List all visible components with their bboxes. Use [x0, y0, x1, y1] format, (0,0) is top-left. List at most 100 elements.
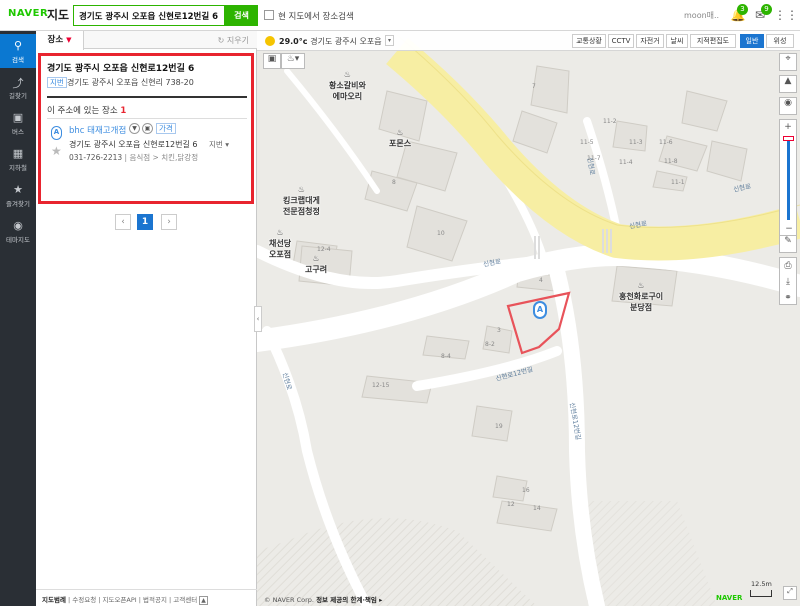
- poi-restaurant[interactable]: ♨ 채선당 오포점: [269, 227, 291, 260]
- layer-bicycle[interactable]: 자전거: [636, 34, 664, 48]
- lot-number: 19: [495, 423, 503, 430]
- search-panel: 장소 ▼ ↻ 지우기 경기도 광주시 오포읍 신현로12번길 6 지번 경기도 …: [36, 31, 257, 606]
- nav-subway-label: 지하철: [9, 164, 27, 172]
- poi-restaurant[interactable]: ♨ 홍천화로구이 분당점: [619, 280, 663, 313]
- poi-restaurant[interactable]: ♨ 고구려: [305, 253, 327, 275]
- search-icon: ⚲: [13, 39, 23, 52]
- tab-place-label: 장소: [47, 35, 64, 45]
- expand-icon[interactable]: ⤢: [783, 586, 797, 600]
- prev-page-button[interactable]: ‹: [115, 214, 131, 230]
- compass-icon[interactable]: ▲: [779, 75, 797, 93]
- zoom-out-icon[interactable]: −: [780, 224, 798, 234]
- page-button[interactable]: 1: [137, 214, 153, 230]
- price-tag[interactable]: 가격: [156, 123, 176, 134]
- pin-icon[interactable]: ▼: [129, 123, 140, 134]
- lot-number: 8-4: [441, 353, 451, 360]
- clear-button[interactable]: ↻ 지우기: [218, 35, 249, 46]
- tab-place[interactable]: 장소 ▼: [36, 31, 84, 50]
- lot-number: 8-2: [485, 341, 495, 348]
- in-map-search-checkbox[interactable]: [264, 10, 274, 20]
- zoom-in-icon[interactable]: +: [780, 122, 796, 132]
- footer-support-link[interactable]: 고객센터: [173, 596, 197, 604]
- footer-legal-link[interactable]: 법적공지: [143, 596, 167, 604]
- scale-bar: 12.5m: [750, 581, 772, 597]
- zoom-slider[interactable]: + −: [779, 119, 797, 239]
- lot-number: 16: [522, 487, 530, 494]
- search-input[interactable]: 경기도 광주시 오포읍 신현로12번길 6: [73, 5, 225, 26]
- lot-number: 12-4: [317, 246, 331, 253]
- scale-label: 12.5m: [751, 580, 772, 588]
- footer-legend-link[interactable]: 지도범례: [42, 596, 66, 604]
- lot-number: 3: [497, 327, 501, 334]
- lot-number: 14: [533, 505, 541, 512]
- bus-icon[interactable]: ▣: [263, 53, 281, 69]
- layer-weather[interactable]: 날씨: [666, 34, 688, 48]
- pin-toggle-icon[interactable]: ◉: [779, 97, 797, 115]
- car-icon[interactable]: ▣: [142, 123, 153, 134]
- nav-theme-map[interactable]: ◉ 테마지도: [0, 214, 36, 248]
- layer-cctv[interactable]: CCTV: [608, 34, 634, 48]
- nav-bus[interactable]: ▣ 버스: [0, 106, 36, 140]
- app-grid-icon[interactable]: ⋮⋮: [774, 7, 798, 23]
- nav-directions[interactable]: ⤴ 길찾기: [0, 70, 36, 104]
- directions-icon: ⤴: [12, 77, 24, 90]
- poi-restaurant[interactable]: ♨ 포몬스: [389, 127, 411, 149]
- divider: [47, 118, 247, 119]
- copyright: © NAVER Corp.: [264, 596, 314, 604]
- next-page-button[interactable]: ›: [161, 214, 177, 230]
- weather-dropdown[interactable]: ▾: [385, 35, 394, 46]
- link-icon[interactable]: ⚭: [780, 290, 796, 306]
- panel-tabs: 장소 ▼ ↻ 지우기: [36, 31, 257, 50]
- user-name[interactable]: moon매..: [684, 10, 719, 21]
- star-icon: ★: [13, 183, 23, 196]
- footer-report-link[interactable]: 수정요청: [72, 596, 96, 604]
- layer-traffic[interactable]: 교통상황: [572, 34, 606, 48]
- poi-label: 킹크랩대게 전문점청정: [283, 196, 320, 216]
- in-map-search-label: 현 지도에서 장소검색: [278, 12, 354, 22]
- lot-number: 7: [532, 83, 536, 90]
- info-limit-link[interactable]: 정보 제공의 한계·책임 ▸: [316, 596, 382, 604]
- poi-label: 황소갈비와 에마오리: [329, 81, 366, 101]
- lot-number: 12-15: [372, 382, 390, 389]
- nav-subway[interactable]: ▦ 지하철: [0, 142, 36, 176]
- collapse-panel-button[interactable]: ‹: [254, 306, 262, 332]
- poi-label: 채선당 오포점: [269, 239, 292, 259]
- place-address: 경기도 광주시 오포읍 신현로12번길 6: [69, 140, 198, 149]
- layer-satellite[interactable]: 위성: [766, 34, 794, 48]
- poi-restaurant[interactable]: ♨ 황소갈비와 에마오리: [329, 69, 366, 102]
- jibun-dropdown[interactable]: 지번 ▾: [209, 139, 229, 150]
- place-phone-line: 031-726-2213 | 음식점 > 치킨,닭강정: [69, 153, 199, 162]
- place-name-link[interactable]: bhc 태재고개점: [69, 124, 126, 136]
- map-canvas[interactable]: ♨ 황소갈비와 에마오리 ♨ 포몬스 ♨ 킹크랩대게 전문점청정 ♨ 채선당 오포점 ♨…: [257, 31, 800, 606]
- my-location-icon[interactable]: ⌖: [779, 53, 797, 71]
- favorite-star-icon[interactable]: ★: [51, 144, 62, 158]
- nav-favorites[interactable]: ★ 즐겨찾기: [0, 178, 36, 212]
- clear-label: 지우기: [226, 36, 249, 45]
- footer-api-link[interactable]: 지도오픈API: [103, 596, 137, 604]
- ruler-icon[interactable]: ✎: [779, 235, 797, 253]
- location-marker-icon[interactable]: A: [533, 301, 547, 319]
- place-category: 음식점 > 치킨,닭강정: [129, 153, 199, 162]
- layer-cadastral[interactable]: 지적편집도: [690, 34, 736, 48]
- restaurant-filter-icon[interactable]: ♨▾: [281, 53, 305, 69]
- map-logo[interactable]: 지도: [47, 6, 69, 23]
- chevron-down-icon: ▼: [66, 36, 72, 44]
- poi-restaurant[interactable]: ♨ 킹크랩대게 전문점청정: [283, 184, 320, 217]
- print-icon[interactable]: ⎙: [780, 258, 796, 274]
- naver-logo[interactable]: NAVER: [8, 8, 48, 19]
- lot-number: 11-1: [671, 179, 685, 186]
- map-graphics: [257, 31, 800, 606]
- divider: [47, 96, 247, 98]
- sun-icon: [265, 36, 275, 46]
- address-title[interactable]: 경기도 광주시 오포읍 신현로12번길 6: [47, 61, 194, 74]
- save-icon[interactable]: ⤓: [780, 274, 796, 290]
- nav-search[interactable]: ⚲ 검색: [0, 34, 36, 68]
- search-button[interactable]: 검색: [225, 5, 258, 26]
- zoom-handle[interactable]: [783, 136, 794, 141]
- left-nav: ⚲ 검색 ⤴ 길찾기 ▣ 버스 ▦ 지하철 ★ 즐겨찾기 ◉ 테마지도: [0, 31, 36, 606]
- jibun-dropdown-label: 지번: [209, 140, 223, 149]
- place-marker-icon: A: [51, 126, 62, 140]
- chevron-up-icon[interactable]: ▲: [199, 596, 208, 605]
- lot-number: 4: [539, 277, 543, 284]
- layer-general[interactable]: 일반: [740, 34, 764, 48]
